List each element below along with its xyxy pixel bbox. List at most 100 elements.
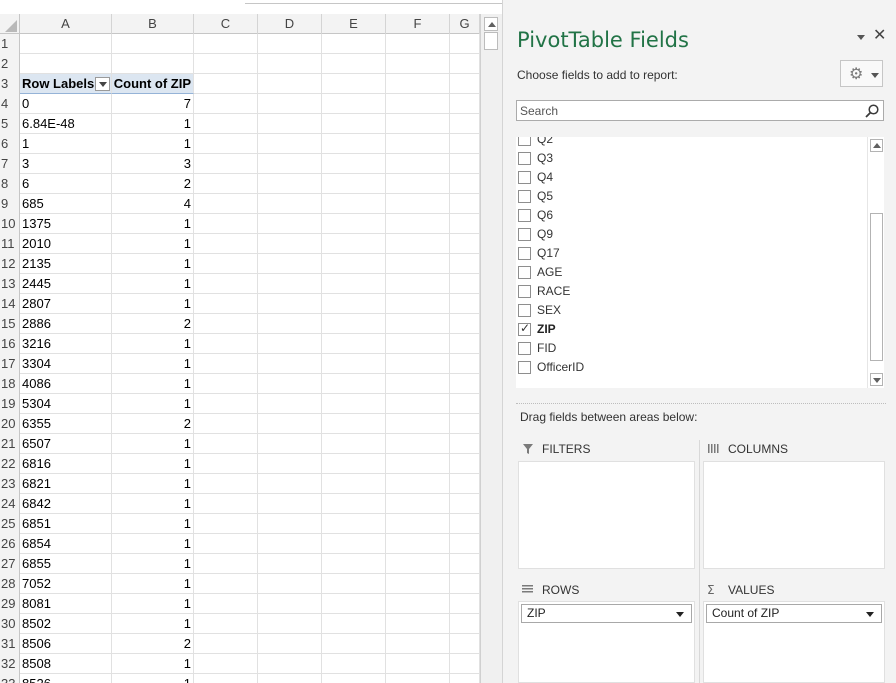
column-header[interactable]: D xyxy=(258,14,322,34)
cell-a[interactable]: 6854 xyxy=(20,534,112,554)
cell-e[interactable] xyxy=(322,334,386,354)
cell-e[interactable] xyxy=(322,294,386,314)
column-header[interactable]: B xyxy=(112,14,194,34)
cell-e[interactable] xyxy=(322,674,386,683)
rows-field-zip[interactable]: ZIP xyxy=(521,604,692,623)
search-icon[interactable] xyxy=(864,103,880,119)
cell-c[interactable] xyxy=(194,154,258,174)
field-item[interactable]: SEX xyxy=(516,301,856,320)
cell-c[interactable] xyxy=(194,354,258,374)
cell-g[interactable] xyxy=(450,454,480,474)
cell-e[interactable] xyxy=(322,74,386,94)
field-checkbox[interactable] xyxy=(518,304,531,317)
cell-c[interactable] xyxy=(194,174,258,194)
cell-b[interactable]: 1 xyxy=(112,574,194,594)
columns-drop-zone[interactable] xyxy=(703,461,885,569)
cell-g[interactable] xyxy=(450,214,480,234)
row-header[interactable]: 5 xyxy=(0,114,20,134)
field-item[interactable]: ZIP xyxy=(516,320,856,339)
cell-d[interactable] xyxy=(258,334,322,354)
cell-b[interactable] xyxy=(112,34,194,54)
cell-e[interactable] xyxy=(322,534,386,554)
cell-a[interactable]: 2135 xyxy=(20,254,112,274)
cell-b[interactable]: 1 xyxy=(112,534,194,554)
cell-e[interactable] xyxy=(322,634,386,654)
cell-b[interactable] xyxy=(112,54,194,74)
row-header[interactable]: 32 xyxy=(0,654,20,674)
cell-c[interactable] xyxy=(194,194,258,214)
cell-g[interactable] xyxy=(450,354,480,374)
tools-button[interactable]: ⚙ xyxy=(840,60,883,87)
cell-d[interactable] xyxy=(258,454,322,474)
cell-c[interactable] xyxy=(194,594,258,614)
cell-f[interactable] xyxy=(386,94,450,114)
cell-b[interactable]: 2 xyxy=(112,174,194,194)
cell-f[interactable] xyxy=(386,114,450,134)
row-header[interactable]: 17 xyxy=(0,354,20,374)
cell-c[interactable] xyxy=(194,134,258,154)
cell-a[interactable]: 6507 xyxy=(20,434,112,454)
cell-f[interactable] xyxy=(386,194,450,214)
row-header[interactable]: 19 xyxy=(0,394,20,414)
cell-a[interactable]: 0 xyxy=(20,94,112,114)
cell-g[interactable] xyxy=(450,514,480,534)
row-header[interactable]: 21 xyxy=(0,434,20,454)
field-list-scrollbar[interactable] xyxy=(867,137,884,388)
cell-a[interactable]: 8081 xyxy=(20,594,112,614)
cell-f[interactable] xyxy=(386,314,450,334)
cell-c[interactable] xyxy=(194,574,258,594)
cell-d[interactable] xyxy=(258,434,322,454)
cell-b[interactable]: 1 xyxy=(112,114,194,134)
cell-d[interactable] xyxy=(258,234,322,254)
scrollbar-thumb[interactable] xyxy=(870,213,883,361)
cell-f[interactable] xyxy=(386,414,450,434)
cell-b[interactable]: 1 xyxy=(112,294,194,314)
field-item[interactable]: Q2 xyxy=(516,137,856,149)
cell-f[interactable] xyxy=(386,594,450,614)
cell-c[interactable] xyxy=(194,494,258,514)
cell-e[interactable] xyxy=(322,374,386,394)
filters-drop-zone[interactable] xyxy=(518,461,695,569)
cell-f[interactable] xyxy=(386,574,450,594)
cell-b[interactable]: 1 xyxy=(112,214,194,234)
cell-e[interactable] xyxy=(322,314,386,334)
pane-options-dropdown-icon[interactable] xyxy=(856,33,868,43)
field-item[interactable]: Q9 xyxy=(516,225,856,244)
field-item[interactable]: Q17 xyxy=(516,244,856,263)
cell-d[interactable] xyxy=(258,254,322,274)
cell-c[interactable] xyxy=(194,74,258,94)
cell-c[interactable] xyxy=(194,314,258,334)
cell-e[interactable] xyxy=(322,114,386,134)
cell-b[interactable]: 2 xyxy=(112,414,194,434)
row-header[interactable]: 31 xyxy=(0,634,20,654)
cell-c[interactable] xyxy=(194,234,258,254)
search-input[interactable] xyxy=(517,101,857,120)
cell-d[interactable] xyxy=(258,554,322,574)
cell-b[interactable]: 1 xyxy=(112,674,194,683)
cell-c[interactable] xyxy=(194,114,258,134)
cell-f[interactable] xyxy=(386,394,450,414)
cell-e[interactable] xyxy=(322,134,386,154)
field-checkbox[interactable] xyxy=(518,342,531,355)
cell-a[interactable]: 3216 xyxy=(20,334,112,354)
cell-b[interactable]: 1 xyxy=(112,474,194,494)
cell-a[interactable]: 8502 xyxy=(20,614,112,634)
sheet-vertical-scrollbar[interactable] xyxy=(480,14,502,683)
cell-f[interactable] xyxy=(386,454,450,474)
cell-g[interactable] xyxy=(450,534,480,554)
cell-g[interactable] xyxy=(450,194,480,214)
cell-c[interactable] xyxy=(194,554,258,574)
cell-g[interactable] xyxy=(450,314,480,334)
field-item[interactable]: AGE xyxy=(516,263,856,282)
cell-f[interactable] xyxy=(386,614,450,634)
cell-b[interactable]: 1 xyxy=(112,594,194,614)
cell-a[interactable]: 3 xyxy=(20,154,112,174)
row-header[interactable]: 23 xyxy=(0,474,20,494)
cell-a[interactable]: 685 xyxy=(20,194,112,214)
row-header[interactable]: 27 xyxy=(0,554,20,574)
cell-c[interactable] xyxy=(194,374,258,394)
row-header[interactable]: 10 xyxy=(0,214,20,234)
row-header[interactable]: 33 xyxy=(0,674,20,683)
cell-a[interactable]: 8508 xyxy=(20,654,112,674)
cell-a[interactable]: 6816 xyxy=(20,454,112,474)
